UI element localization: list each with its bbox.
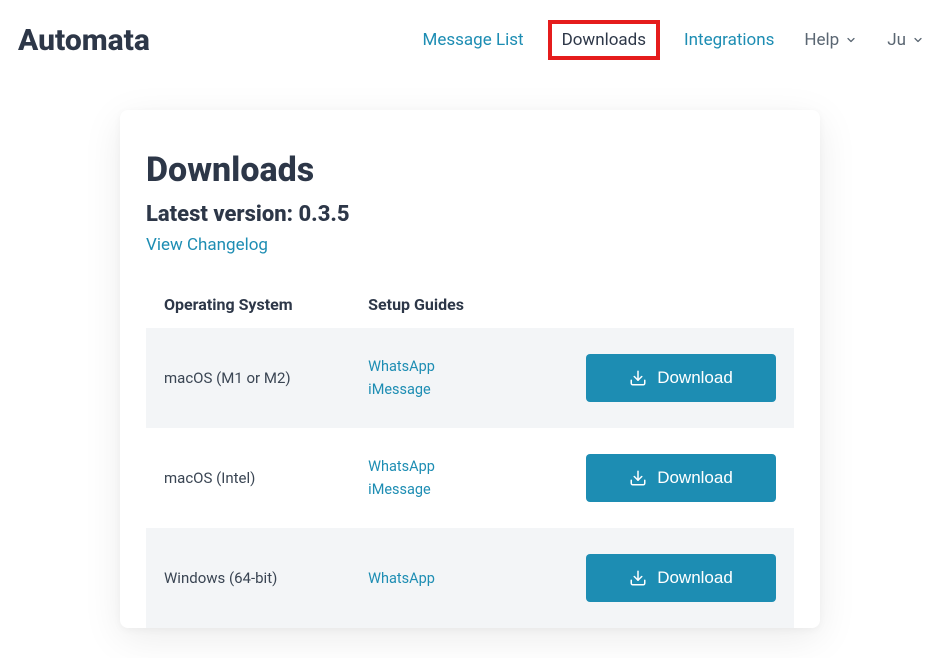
col-header-guides: Setup Guides — [350, 281, 513, 328]
guides-list: WhatsApp — [368, 570, 495, 587]
download-cell: Download — [514, 328, 794, 428]
download-button[interactable]: Download — [586, 454, 776, 502]
guides-list: WhatsApp iMessage — [368, 458, 495, 498]
chevron-down-icon — [845, 34, 857, 46]
os-cell: Windows (64-bit) — [146, 528, 350, 628]
download-icon — [629, 369, 647, 387]
col-header-action — [514, 281, 794, 328]
download-icon — [629, 569, 647, 587]
download-cell: Download — [514, 528, 794, 628]
nav-item-label: Message List — [423, 30, 524, 50]
guides-cell: WhatsApp — [350, 528, 513, 628]
chevron-down-icon — [912, 34, 924, 46]
view-changelog-link[interactable]: View Changelog — [146, 235, 268, 255]
header: Automata Message List Downloads Integratio… — [0, 0, 940, 80]
guides-cell: WhatsApp iMessage — [350, 328, 513, 428]
download-cell: Download — [514, 428, 794, 528]
downloads-card: Downloads Latest version: 0.3.5 View Cha… — [120, 110, 820, 628]
download-button[interactable]: Download — [586, 554, 776, 602]
nav-item-help[interactable]: Help — [798, 26, 863, 54]
nav-item-message-list[interactable]: Message List — [417, 26, 530, 54]
download-button-label: Download — [657, 568, 733, 588]
nav-item-label: Integrations — [684, 30, 774, 50]
nav-item-label: Downloads — [562, 30, 646, 50]
guide-link-imessage[interactable]: iMessage — [368, 381, 495, 398]
guide-link-whatsapp[interactable]: WhatsApp — [368, 358, 495, 375]
download-button-label: Download — [657, 368, 733, 388]
top-nav: Message List Downloads Integrations Help Ju — [417, 20, 930, 60]
os-cell: macOS (Intel) — [146, 428, 350, 528]
table-row: Windows (64-bit) WhatsApp Download — [146, 528, 794, 628]
guide-link-whatsapp[interactable]: WhatsApp — [368, 458, 495, 475]
table-row: macOS (Intel) WhatsApp iMessage Download — [146, 428, 794, 528]
downloads-tbody: macOS (M1 or M2) WhatsApp iMessage Download… — [146, 328, 794, 628]
guides-cell: WhatsApp iMessage — [350, 428, 513, 528]
latest-version-label: Latest version: 0.3.5 — [146, 202, 794, 227]
os-cell: macOS (M1 or M2) — [146, 328, 350, 428]
nav-item-downloads[interactable]: Downloads — [548, 20, 660, 60]
download-button[interactable]: Download — [586, 354, 776, 402]
nav-item-label: Help — [804, 30, 839, 50]
download-icon — [629, 469, 647, 487]
guide-link-whatsapp[interactable]: WhatsApp — [368, 570, 495, 587]
col-header-os: Operating System — [146, 281, 350, 328]
table-row: macOS (M1 or M2) WhatsApp iMessage Download — [146, 328, 794, 428]
guides-list: WhatsApp iMessage — [368, 358, 495, 398]
brand-logo[interactable]: Automata — [18, 23, 150, 58]
page-wrap: Downloads Latest version: 0.3.5 View Cha… — [0, 80, 940, 628]
nav-item-label: Ju — [887, 30, 906, 50]
nav-item-ju[interactable]: Ju — [881, 26, 930, 54]
nav-item-integrations[interactable]: Integrations — [678, 26, 780, 54]
download-button-label: Download — [657, 468, 733, 488]
guide-link-imessage[interactable]: iMessage — [368, 481, 495, 498]
page-title: Downloads — [146, 150, 794, 190]
downloads-table: Operating System Setup Guides macOS (M1 … — [146, 281, 794, 628]
